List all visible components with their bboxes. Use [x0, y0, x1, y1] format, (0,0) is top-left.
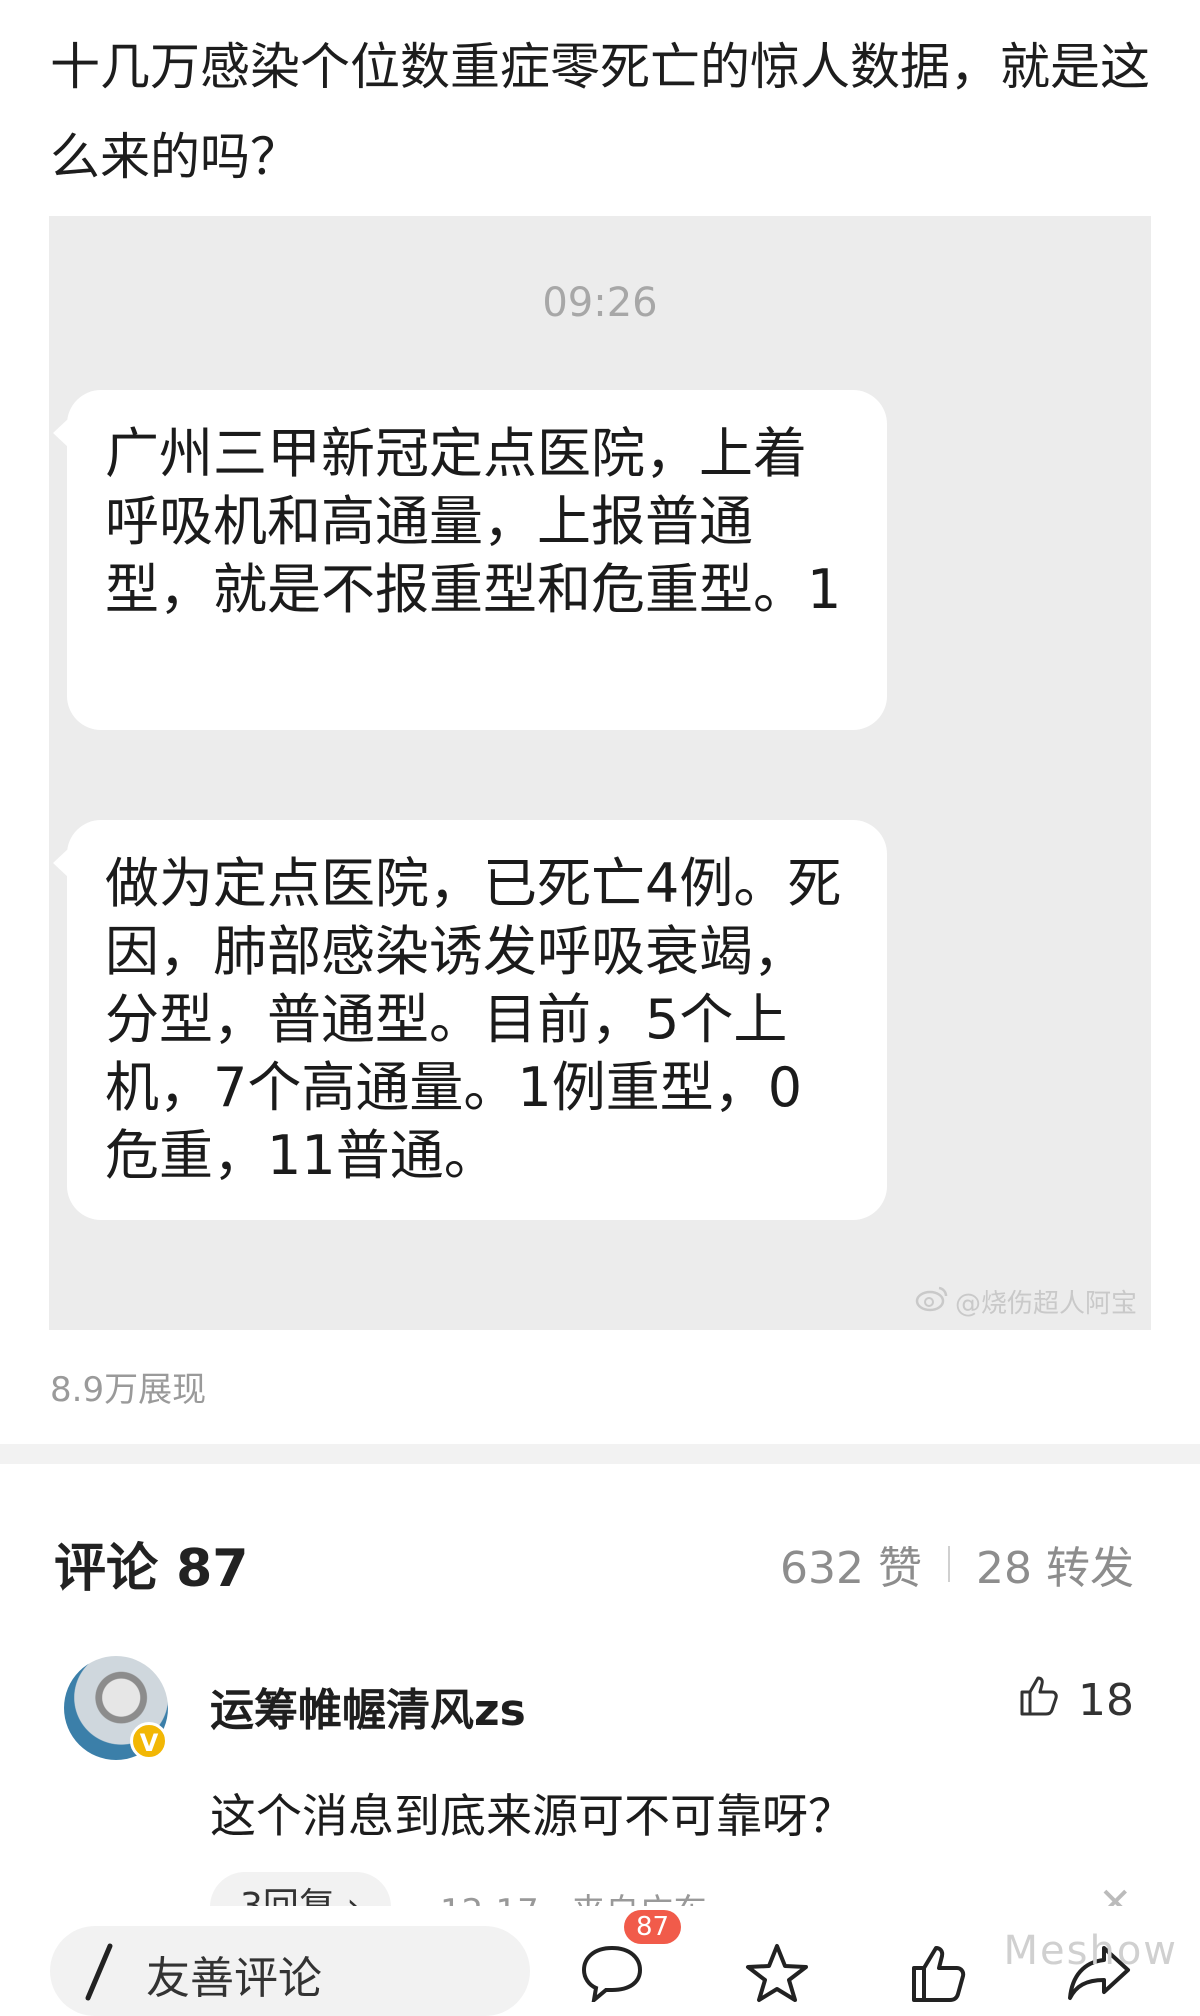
comment-compose-input[interactable]: 友善评论: [50, 1926, 530, 2016]
chat-message-bubble: 广州三甲新冠定点医院，上着呼吸机和高通量，上报普通型，就是不报重型和危重型。1: [53, 390, 887, 730]
star-icon[interactable]: [744, 1942, 810, 2008]
watermark-text: @烧伤超人阿宝: [954, 1289, 1137, 1319]
thumbs-up-icon: [1016, 1672, 1062, 1729]
edit-icon: [80, 1942, 116, 2013]
image-watermark: @烧伤超人阿宝: [915, 1283, 1137, 1320]
comment-like-count: 18: [1078, 1675, 1134, 1726]
compose-placeholder: 友善评论: [146, 1953, 322, 2004]
comment-count-badge: 87: [624, 1910, 682, 1944]
weibo-icon: [915, 1284, 949, 1319]
likes-count[interactable]: 632 赞: [780, 1532, 922, 1596]
view-count: 8.9万展现: [50, 1370, 207, 1410]
verified-badge: V: [130, 1722, 168, 1760]
chat-message-bubble: 做为定点医院，已死亡4例。死因，肺部感染诱发呼吸衰竭，分型，普通型。目前，5个上…: [53, 820, 887, 1220]
brand-watermark: Meshow: [1003, 1928, 1178, 1974]
stats-separator: [948, 1546, 951, 1582]
like-icon[interactable]: [908, 1942, 970, 2008]
post-stats: 632 赞 28 转发: [780, 1532, 1134, 1596]
commenter-name[interactable]: 运筹帷幄清风zs: [210, 1674, 526, 1738]
chat-timestamp: 09:26: [542, 280, 658, 326]
comment-text: 这个消息到底来源可不可靠呀？: [210, 1789, 854, 1843]
comments-title[interactable]: 评论 87: [54, 1526, 248, 1601]
bottom-action-bar: 友善评论 87 Meshow: [0, 1906, 1200, 2016]
comment-icon[interactable]: [580, 1942, 644, 2006]
chat-screenshot-image[interactable]: 09:26 广州三甲新冠定点医院，上着呼吸机和高通量，上报普通型，就是不报重型和…: [49, 216, 1151, 1330]
section-divider: [0, 1444, 1200, 1464]
reposts-count[interactable]: 28 转发: [976, 1532, 1134, 1596]
comment-like-button[interactable]: 18: [1016, 1672, 1134, 1729]
post-text: 十几万感染个位数重症零死亡的惊人数据，就是这么来的吗？: [50, 38, 1150, 186]
